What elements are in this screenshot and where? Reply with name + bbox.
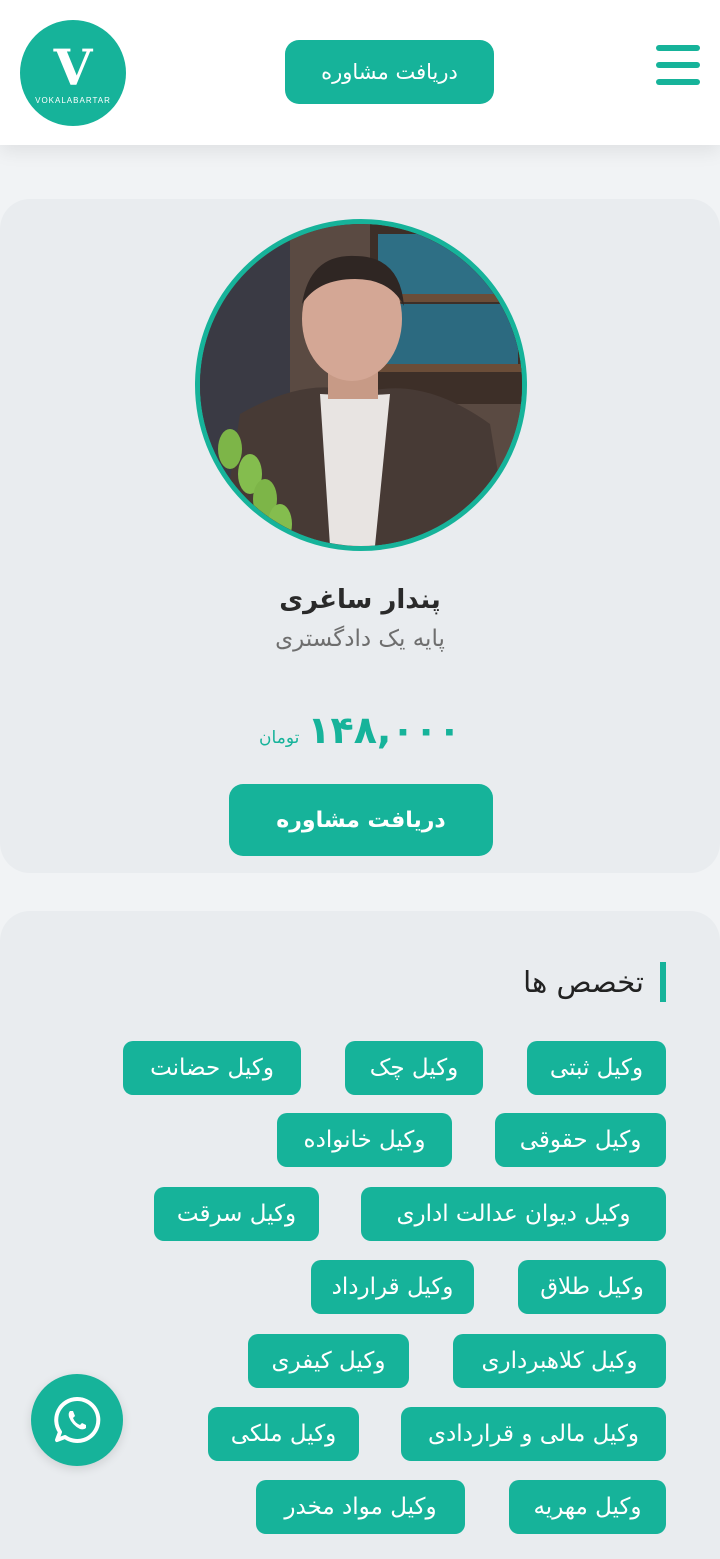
top-header: V VOKALABARTAR دریافت مشاوره <box>0 0 720 145</box>
logo-text: VOKALABARTAR <box>35 95 111 105</box>
specialty-chip[interactable]: وکیل قرارداد <box>311 1260 474 1314</box>
header-consult-button[interactable]: دریافت مشاوره <box>285 40 494 104</box>
specialty-chip[interactable]: وکیل خانواده <box>277 1113 452 1167</box>
specialty-chip[interactable]: وکیل طلاق <box>518 1260 666 1314</box>
specialty-chip[interactable]: وکیل حضانت <box>123 1041 301 1095</box>
specialty-chip[interactable]: وکیل مهریه <box>509 1480 666 1534</box>
lawyer-title: پایه یک دادگستری <box>275 626 445 652</box>
hamburger-menu-icon[interactable] <box>656 45 700 85</box>
profile-consult-button[interactable]: دریافت مشاوره <box>229 784 493 856</box>
specialty-chip[interactable]: وکیل دیوان عدالت اداری <box>361 1187 666 1241</box>
whatsapp-button[interactable] <box>31 1374 123 1466</box>
site-logo[interactable]: V VOKALABARTAR <box>20 20 126 126</box>
specialty-chip[interactable]: وکیل کلاهبرداری <box>453 1334 666 1388</box>
specialty-chip[interactable]: وکیل ملکی <box>208 1407 359 1461</box>
specialty-chip[interactable]: وکیل سرقت <box>154 1187 319 1241</box>
price-currency: تومان <box>259 728 300 748</box>
specialties-heading: تخصص ها <box>523 962 666 1002</box>
specialty-chip[interactable]: وکیل چک <box>345 1041 483 1095</box>
specialty-chip[interactable]: وکیل مالی و قراردادی <box>401 1407 666 1461</box>
price-amount: ۱۴۸,۰۰۰ <box>307 708 461 752</box>
whatsapp-icon <box>54 1396 101 1443</box>
logo-letter: V <box>53 37 93 97</box>
lawyer-avatar <box>195 219 527 551</box>
lawyer-name: پندار ساغری <box>279 585 441 615</box>
price-row: ۱۴۸,۰۰۰ تومان <box>0 700 720 752</box>
specialty-chip[interactable]: وکیل کیفری <box>248 1334 409 1388</box>
specialty-chip[interactable]: وکیل مواد مخدر <box>256 1480 465 1534</box>
specialty-chip[interactable]: وکیل ثبتی <box>527 1041 666 1095</box>
specialty-chip[interactable]: وکیل حقوقی <box>495 1113 666 1167</box>
